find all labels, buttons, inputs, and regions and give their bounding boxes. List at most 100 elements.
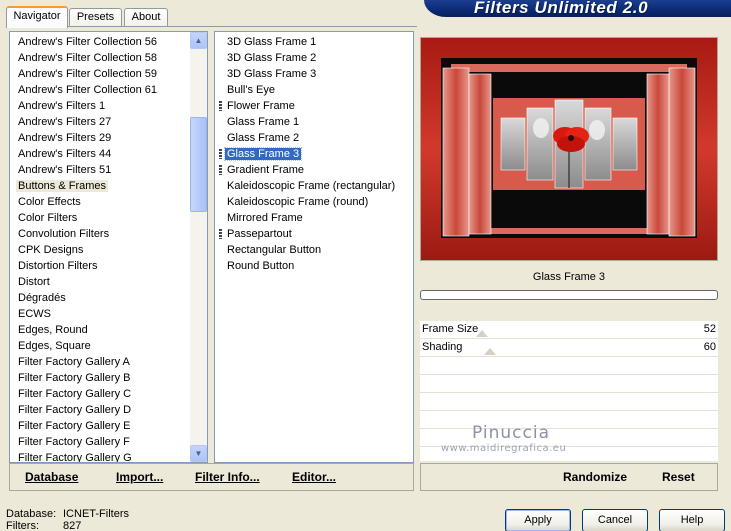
category-item[interactable]: Andrew's Filter Collection 56 <box>16 34 159 50</box>
category-item[interactable]: Filter Factory Gallery A <box>16 354 132 370</box>
category-item[interactable]: Andrew's Filter Collection 59 <box>16 66 159 82</box>
category-item[interactable]: Convolution Filters <box>16 226 111 242</box>
filter-label: Passepartout <box>227 228 292 240</box>
category-item[interactable]: Edges, Square <box>16 338 93 354</box>
category-item[interactable]: Filter Factory Gallery C <box>16 386 133 402</box>
filter-item[interactable]: Glass Frame 1 <box>225 114 301 130</box>
filter-list[interactable]: 3D Glass Frame 1 3D Glass Frame 2 3D Glass… <box>214 31 414 463</box>
category-label: Convolution Filters <box>18 228 110 240</box>
category-label: Edges, Round <box>18 324 88 336</box>
filter-item[interactable]: Rectangular Button <box>225 242 323 258</box>
category-item[interactable]: Andrew's Filters 44 <box>16 146 113 162</box>
category-item[interactable]: Buttons & Frames <box>16 178 109 194</box>
filter-label: 3D Glass Frame 2 <box>227 52 317 64</box>
param-value: 60 <box>703 341 716 353</box>
category-scrollbar[interactable]: ▲ ▼ <box>190 32 207 462</box>
scroll-down-button[interactable]: ▼ <box>190 445 207 462</box>
category-label: Color Filters <box>18 212 78 224</box>
category-item[interactable]: Andrew's Filters 1 <box>16 98 107 114</box>
category-item[interactable]: Andrew's Filters 51 <box>16 162 113 178</box>
category-item[interactable]: Edges, Round <box>16 322 90 338</box>
category-item[interactable]: Andrew's Filter Collection 61 <box>16 82 159 98</box>
category-item[interactable]: ECWS <box>16 306 53 322</box>
filter-label: Glass Frame 2 <box>227 132 300 144</box>
status-filters-label: Filters: <box>6 520 39 531</box>
database-button[interactable]: Database <box>25 470 78 484</box>
category-label: CPK Designs <box>18 244 84 256</box>
category-label: Edges, Square <box>18 340 91 352</box>
filter-item[interactable]: Glass Frame 2 <box>225 130 301 146</box>
filter-item[interactable]: Flower Frame <box>219 98 297 114</box>
filter-label: Glass Frame 1 <box>227 116 300 128</box>
scroll-up-button[interactable]: ▲ <box>190 32 207 49</box>
category-item[interactable]: Andrew's Filters 29 <box>16 130 113 146</box>
category-label: Color Effects <box>18 196 81 208</box>
randomize-button[interactable]: Randomize <box>563 470 627 484</box>
tab-navigator[interactable]: Navigator <box>6 6 68 28</box>
category-label: Dégradés <box>18 292 66 304</box>
slider-marker-icon[interactable] <box>476 330 488 337</box>
param-label: Frame Size <box>422 323 479 335</box>
category-item[interactable]: Andrew's Filter Collection 58 <box>16 50 159 66</box>
grip-icon <box>219 149 222 159</box>
category-label: Filter Factory Gallery B <box>18 372 131 384</box>
slider-marker-icon[interactable] <box>484 348 496 355</box>
filter-info-button[interactable]: Filter Info... <box>195 470 260 484</box>
category-item[interactable]: Filter Factory Gallery D <box>16 402 133 418</box>
filter-label: Rectangular Button <box>227 244 322 256</box>
progress-bar <box>420 290 718 300</box>
category-item[interactable]: Filter Factory Gallery B <box>16 370 132 386</box>
category-item[interactable]: Andrew's Filters 27 <box>16 114 113 130</box>
filter-label: Flower Frame <box>227 100 295 112</box>
filter-item[interactable]: Passepartout <box>219 226 294 242</box>
category-label: Filter Factory Gallery E <box>18 420 131 432</box>
filter-item[interactable]: Round Button <box>225 258 296 274</box>
reset-button[interactable]: Reset <box>662 470 695 484</box>
help-button[interactable]: Help <box>659 509 725 531</box>
filter-label: Gradient Frame <box>227 164 305 176</box>
filter-item[interactable]: 3D Glass Frame 3 <box>225 66 318 82</box>
filter-label: Glass Frame 3 <box>223 147 303 161</box>
parameter-panel: Frame Size 52 Shading 60 <box>420 321 718 461</box>
filter-item[interactable]: Kaleidoscopic Frame (rectangular) <box>225 178 397 194</box>
param-shading[interactable]: Shading 60 <box>420 339 718 357</box>
category-item[interactable]: Dégradés <box>16 290 68 306</box>
editor-button[interactable]: Editor... <box>292 470 336 484</box>
param-empty-row <box>420 357 718 375</box>
category-label: Buttons & Frames <box>16 180 109 192</box>
filter-item[interactable]: Kaleidoscopic Frame (round) <box>225 194 370 210</box>
filter-item[interactable]: 3D Glass Frame 1 <box>225 34 318 50</box>
category-item[interactable]: CPK Designs <box>16 242 85 258</box>
filter-label: Kaleidoscopic Frame (rectangular) <box>227 180 396 192</box>
param-value: 52 <box>703 323 716 335</box>
category-item[interactable]: Filter Factory Gallery G <box>16 450 134 462</box>
category-item[interactable]: Filter Factory Gallery F <box>16 434 132 450</box>
grip-icon <box>219 229 222 239</box>
category-item[interactable]: Filter Factory Gallery E <box>16 418 132 434</box>
category-item[interactable]: Color Effects <box>16 194 83 210</box>
filter-label: Bull's Eye <box>227 84 275 96</box>
param-frame-size[interactable]: Frame Size 52 <box>420 321 718 339</box>
category-label: Andrew's Filters 44 <box>18 148 112 160</box>
filter-item[interactable]: Bull's Eye <box>225 82 277 98</box>
apply-button[interactable]: Apply <box>505 509 571 531</box>
scroll-thumb[interactable] <box>190 117 207 212</box>
category-item[interactable]: Distortion Filters <box>16 258 99 274</box>
filter-item[interactable]: Glass Frame 3 <box>219 146 303 162</box>
app-title: Filters Unlimited 2.0 <box>474 0 649 17</box>
category-label: Andrew's Filter Collection 59 <box>18 68 158 80</box>
filter-item[interactable]: 3D Glass Frame 2 <box>225 50 318 66</box>
import-button[interactable]: Import... <box>116 470 163 484</box>
filter-label: 3D Glass Frame 3 <box>227 68 317 80</box>
filter-label: Round Button <box>227 260 295 272</box>
param-empty-row <box>420 375 718 393</box>
tab-about[interactable]: About <box>124 8 168 27</box>
filter-item[interactable]: Gradient Frame <box>219 162 306 178</box>
filter-item[interactable]: Mirrored Frame <box>225 210 305 226</box>
category-item[interactable]: Distort <box>16 274 52 290</box>
cancel-button[interactable]: Cancel <box>582 509 648 531</box>
preview-panel <box>420 37 718 261</box>
category-item[interactable]: Color Filters <box>16 210 79 226</box>
category-list[interactable]: Andrew's Filter Collection 56 Andrew's Fi… <box>9 31 208 463</box>
tab-presets[interactable]: Presets <box>69 8 122 27</box>
